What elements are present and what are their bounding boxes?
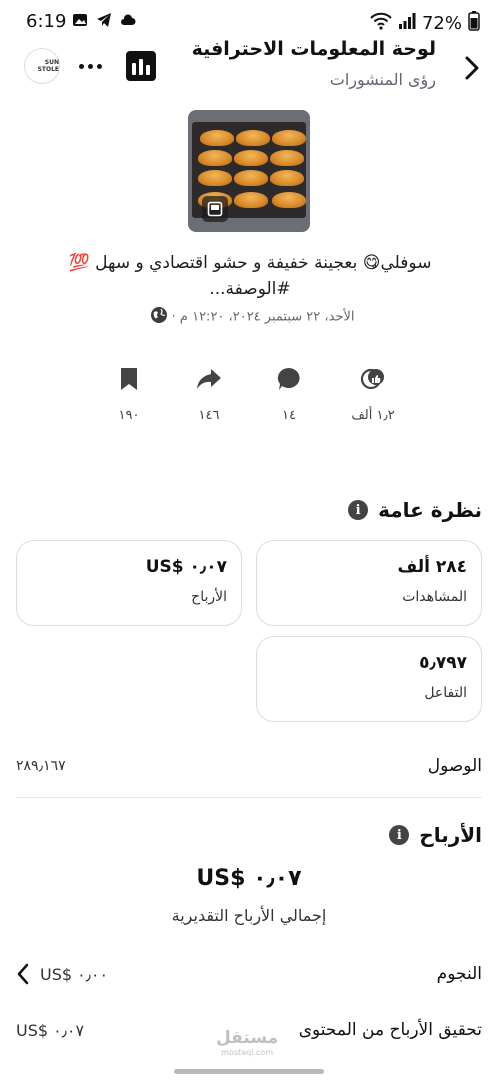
page-title: لوحة المعلومات الاحترافية <box>191 38 436 60</box>
earnings-title: الأرباح <box>419 823 482 847</box>
earnings-value: US$ ٠٫٠٧ <box>145 557 227 577</box>
total-earnings-label: إجمالي الأرباح التقديرية <box>171 906 327 925</box>
signal-icon <box>398 12 416 35</box>
content-monetization-label: تحقيق الأرباح من المحتوى <box>298 1020 482 1040</box>
comment-icon <box>254 362 324 396</box>
content-monetization-value: US$ ٠٫٠٧ <box>16 1020 85 1040</box>
saves-stat[interactable]: ١٩٠ <box>94 362 164 423</box>
chevron-left-icon <box>17 963 29 985</box>
shares-stat[interactable]: ١٤٦ <box>174 362 244 423</box>
divider <box>16 797 482 798</box>
header: لوحة المعلومات الاحترافية رؤى المنشورات … <box>0 36 498 100</box>
interactions-card[interactable]: ٥٫٧٩٧ التفاعل <box>256 636 482 722</box>
gallery-icon <box>72 12 88 28</box>
shares-count: ١٤٦ <box>198 408 220 423</box>
battery-text: 72% <box>421 13 462 34</box>
overview-heading: نظرة عامة i <box>348 498 482 522</box>
views-label: المشاهدات <box>402 589 467 605</box>
info-icon[interactable]: i <box>389 825 410 845</box>
post-caption: سوفلي😋 بعجينة خفيفة و حشو اقتصادي و سهل … <box>30 250 470 302</box>
post-meta: الأحد، ٢٢ سبتمبر ٢٠٢٤، ١٢:٢٠ م · <box>60 306 440 328</box>
saves-count: ١٩٠ <box>118 408 140 423</box>
interactions-label: التفاعل <box>424 685 467 701</box>
notification-icons <box>72 12 136 28</box>
caption-line-2: #الوصفة... <box>209 279 291 299</box>
page-subtitle: رؤى المنشورات <box>329 70 436 89</box>
stars-label: النجوم <box>436 964 482 984</box>
reactions-count: ١٫٢ ألف <box>351 408 395 423</box>
earnings-label: الأرباح <box>191 589 227 605</box>
bookmark-icon <box>94 362 164 396</box>
caption-line-1: سوفلي😋 بعجينة خفيفة و حشو اقتصادي و سهل … <box>68 253 432 273</box>
status-right: 72% <box>370 11 480 36</box>
reactions-stat[interactable]: ١٫٢ ألف <box>338 362 408 423</box>
overview-title: نظرة عامة <box>378 498 482 522</box>
photo-type-icon <box>202 196 228 222</box>
info-icon[interactable]: i <box>348 500 369 520</box>
views-value: ٢٨٤ ألف <box>397 557 467 577</box>
back-button[interactable] <box>458 50 486 86</box>
stars-row[interactable]: النجوم US$ ٠٫٠٠ <box>16 962 482 986</box>
telegram-icon <box>96 12 112 28</box>
globe-icon <box>150 306 168 328</box>
interactions-value: ٥٫٧٩٧ <box>419 653 467 673</box>
post-thumbnail[interactable] <box>188 110 310 232</box>
share-icon <box>174 362 244 396</box>
home-indicator[interactable] <box>174 1069 324 1074</box>
wifi-icon <box>370 12 392 35</box>
battery-icon <box>468 11 480 36</box>
avatar[interactable]: SUN STOLE <box>24 48 60 84</box>
watermark: مستقل mostaql.com <box>216 1028 278 1057</box>
reach-label: الوصول <box>427 756 482 776</box>
total-earnings-value: US$ ٠٫٠٧ <box>196 866 302 891</box>
reach-value: ٢٨٩٫١٦٧ <box>16 758 66 774</box>
comments-stat[interactable]: ١٤ <box>254 362 324 423</box>
insights-chart-button[interactable] <box>126 51 156 81</box>
watermark-main: مستقل <box>216 1028 279 1048</box>
watermark-sub: mostaql.com <box>221 1048 273 1057</box>
stars-value: US$ ٠٫٠٠ <box>40 964 109 984</box>
cloud-icon <box>120 12 136 28</box>
more-options-button[interactable] <box>76 54 104 78</box>
comments-count: ١٤ <box>282 408 296 423</box>
earnings-heading: الأرباح i <box>389 823 482 847</box>
views-card[interactable]: ٢٨٤ ألف المشاهدات <box>256 540 482 626</box>
post-actions: ١٫٢ ألف ١٤ ١٤٦ ١٩٠ <box>0 362 498 442</box>
stars-value-group: US$ ٠٫٠٠ <box>16 962 108 986</box>
reactions-icon <box>338 362 408 396</box>
reach-row[interactable]: الوصول ٢٨٩٫١٦٧ <box>16 756 482 776</box>
earnings-card[interactable]: US$ ٠٫٠٧ الأرباح <box>16 540 242 626</box>
post-date: الأحد، ٢٢ سبتمبر ٢٠٢٤، ١٢:٢٠ م · <box>171 309 355 325</box>
chevron-back-icon <box>465 56 479 80</box>
status-time: 6:19 <box>26 11 67 32</box>
